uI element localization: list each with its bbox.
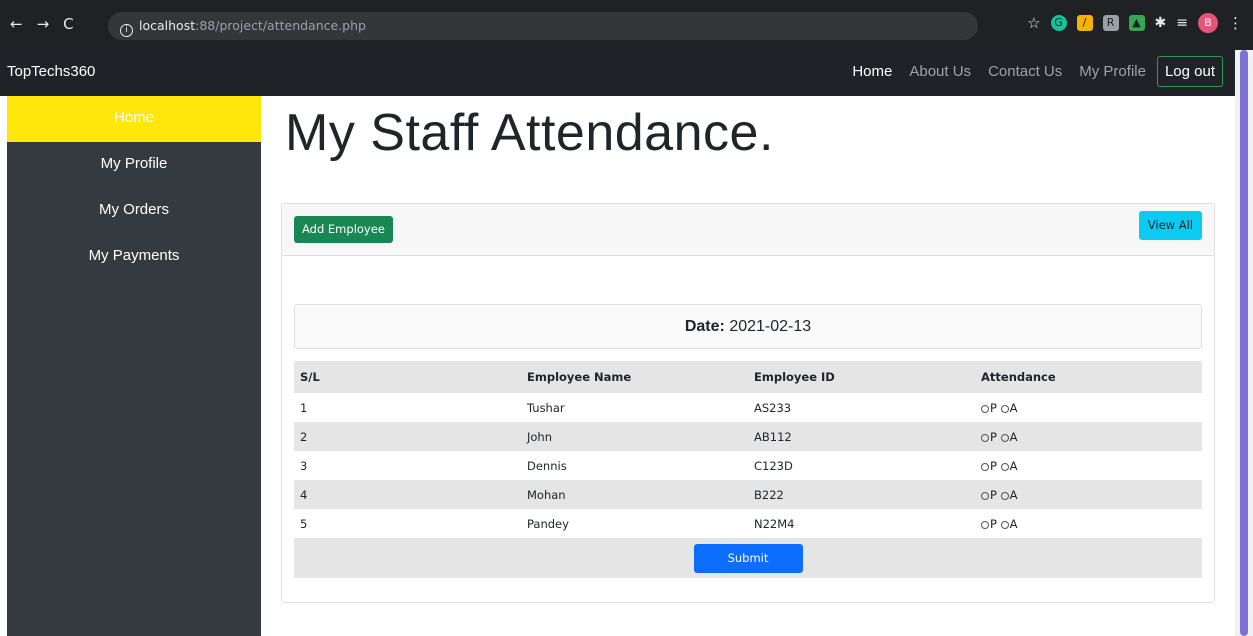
date-panel: Date: 2021-02-13: [294, 304, 1202, 349]
cell-sl: 5: [300, 516, 308, 531]
absent-label: A: [1009, 400, 1018, 415]
address-bar[interactable]: i localhost:88/project/attendance.php: [108, 12, 978, 40]
cell-id: AB112: [748, 422, 975, 451]
cell-name: John: [521, 422, 748, 451]
cell-name: Pandey: [527, 516, 569, 531]
view-all-button[interactable]: View All: [1138, 211, 1202, 240]
back-icon[interactable]: ←: [10, 15, 23, 33]
reading-list-icon[interactable]: ≡: [1176, 15, 1188, 31]
present-radio[interactable]: [981, 491, 989, 500]
nav-home[interactable]: Home: [852, 63, 892, 80]
absent-label: A: [1009, 429, 1018, 444]
browser-nav: ← → C: [10, 15, 74, 33]
header-attendance: Attendance: [975, 361, 1202, 393]
present-radio[interactable]: [981, 433, 989, 442]
present-label: P: [990, 400, 997, 415]
brand-logo[interactable]: TopTechs360: [7, 63, 95, 80]
date-label: Date:: [684, 318, 725, 335]
attendance-table: S/L Employee Name Employee ID Attendance…: [294, 361, 1202, 578]
url-host: localhost: [139, 18, 196, 33]
cell-id: B222: [748, 480, 975, 509]
attendance-card: Add Employee View All Date: 2021-02-13 S…: [281, 203, 1215, 603]
header-employee-id: Employee ID: [748, 361, 975, 393]
info-icon[interactable]: i: [120, 24, 133, 37]
url-path: :88/project/attendance.php: [195, 18, 366, 33]
sidebar-item-my-payments[interactable]: My Payments: [7, 234, 261, 280]
sidebar: Home My Profile My Orders My Payments: [7, 96, 261, 636]
pen-extension-icon[interactable]: /: [1076, 15, 1093, 31]
cell-attendance: P A: [975, 422, 1202, 451]
absent-radio[interactable]: [1000, 404, 1009, 413]
nav-my-profile[interactable]: My Profile: [1079, 63, 1146, 80]
absent-radio[interactable]: [1000, 433, 1009, 442]
cell-sl: 3: [300, 458, 308, 473]
cell-id: C123D: [754, 458, 793, 473]
absent-label: A: [1009, 487, 1018, 502]
cell-attendance: P A: [975, 393, 1202, 422]
submit-cell: Submit: [294, 538, 1202, 578]
reader-extension-icon[interactable]: R: [1102, 15, 1119, 31]
table-row: 3 Dennis C123D P A: [294, 451, 1202, 480]
nav-contact-us[interactable]: Contact Us: [988, 63, 1062, 80]
cell-id: N22M4: [754, 516, 795, 531]
sidebar-item-home[interactable]: Home: [7, 96, 261, 142]
browser-toolbar: ← → C i localhost:88/project/attendance.p…: [0, 0, 1253, 50]
header-employee-name: Employee Name: [521, 361, 748, 393]
menu-dots-icon[interactable]: ⋮: [1228, 14, 1243, 32]
top-navbar: TopTechs360 Home About Us Contact Us My …: [0, 50, 1235, 96]
present-label: P: [990, 516, 997, 531]
cell-attendance: P A: [975, 451, 1202, 480]
page-title: My Staff Attendance.: [285, 104, 774, 162]
page-scrollbar[interactable]: [1235, 50, 1253, 636]
table-header-row: S/L Employee Name Employee ID Attendance: [294, 361, 1202, 393]
nav-links: Home About Us Contact Us My Profile Log …: [852, 56, 1223, 87]
submit-button[interactable]: Submit: [693, 543, 803, 573]
present-label: P: [990, 487, 997, 502]
date-value: 2021-02-13: [729, 318, 812, 335]
absent-radio[interactable]: [1000, 462, 1009, 471]
nav-about-us[interactable]: About Us: [909, 63, 971, 80]
grammarly-icon[interactable]: G: [1050, 15, 1067, 31]
logout-button[interactable]: Log out: [1156, 56, 1223, 87]
absent-radio[interactable]: [1000, 520, 1009, 529]
cell-id: AS233: [754, 400, 792, 415]
table-row: 2 John AB112 P A: [294, 422, 1202, 451]
avatar[interactable]: B: [1198, 13, 1218, 33]
sidebar-item-my-orders[interactable]: My Orders: [7, 188, 261, 234]
table-row: 4 Mohan B222 P A: [294, 480, 1202, 509]
cell-name: Tushar: [527, 400, 565, 415]
submit-row: Submit: [294, 538, 1202, 578]
add-employee-button[interactable]: Add Employee: [294, 216, 393, 243]
absent-radio[interactable]: [1000, 491, 1009, 500]
scrollbar-thumb[interactable]: [1240, 50, 1248, 636]
present-label: P: [990, 429, 997, 444]
puzzle-icon[interactable]: ✱: [1155, 15, 1167, 31]
reload-icon[interactable]: C: [63, 15, 73, 33]
card-header: Add Employee View All: [282, 204, 1214, 256]
table-row: 1 Tushar AS233 P A: [294, 393, 1202, 422]
sidebar-item-my-profile[interactable]: My Profile: [7, 142, 261, 188]
table-row: 5 Pandey N22M4 P A: [294, 509, 1202, 538]
bookmark-star-icon[interactable]: ☆: [1027, 14, 1040, 32]
extensions-tray: ☆ G / R ▲ ✱ ≡ B ⋮: [1027, 13, 1243, 33]
absent-label: A: [1009, 516, 1018, 531]
drive-extension-icon[interactable]: ▲: [1128, 15, 1145, 31]
forward-icon[interactable]: →: [37, 15, 50, 33]
present-radio[interactable]: [981, 404, 989, 413]
cell-attendance: P A: [975, 480, 1202, 509]
cell-sl: 1: [300, 400, 308, 415]
present-radio[interactable]: [981, 520, 989, 529]
cell-attendance: P A: [975, 509, 1202, 538]
cell-name: Mohan: [521, 480, 748, 509]
cell-sl: 4: [294, 480, 521, 509]
present-label: P: [990, 458, 997, 473]
present-radio[interactable]: [981, 462, 989, 471]
cell-sl: 2: [294, 422, 521, 451]
header-sl: S/L: [294, 361, 521, 393]
cell-name: Dennis: [527, 458, 567, 473]
absent-label: A: [1009, 458, 1018, 473]
